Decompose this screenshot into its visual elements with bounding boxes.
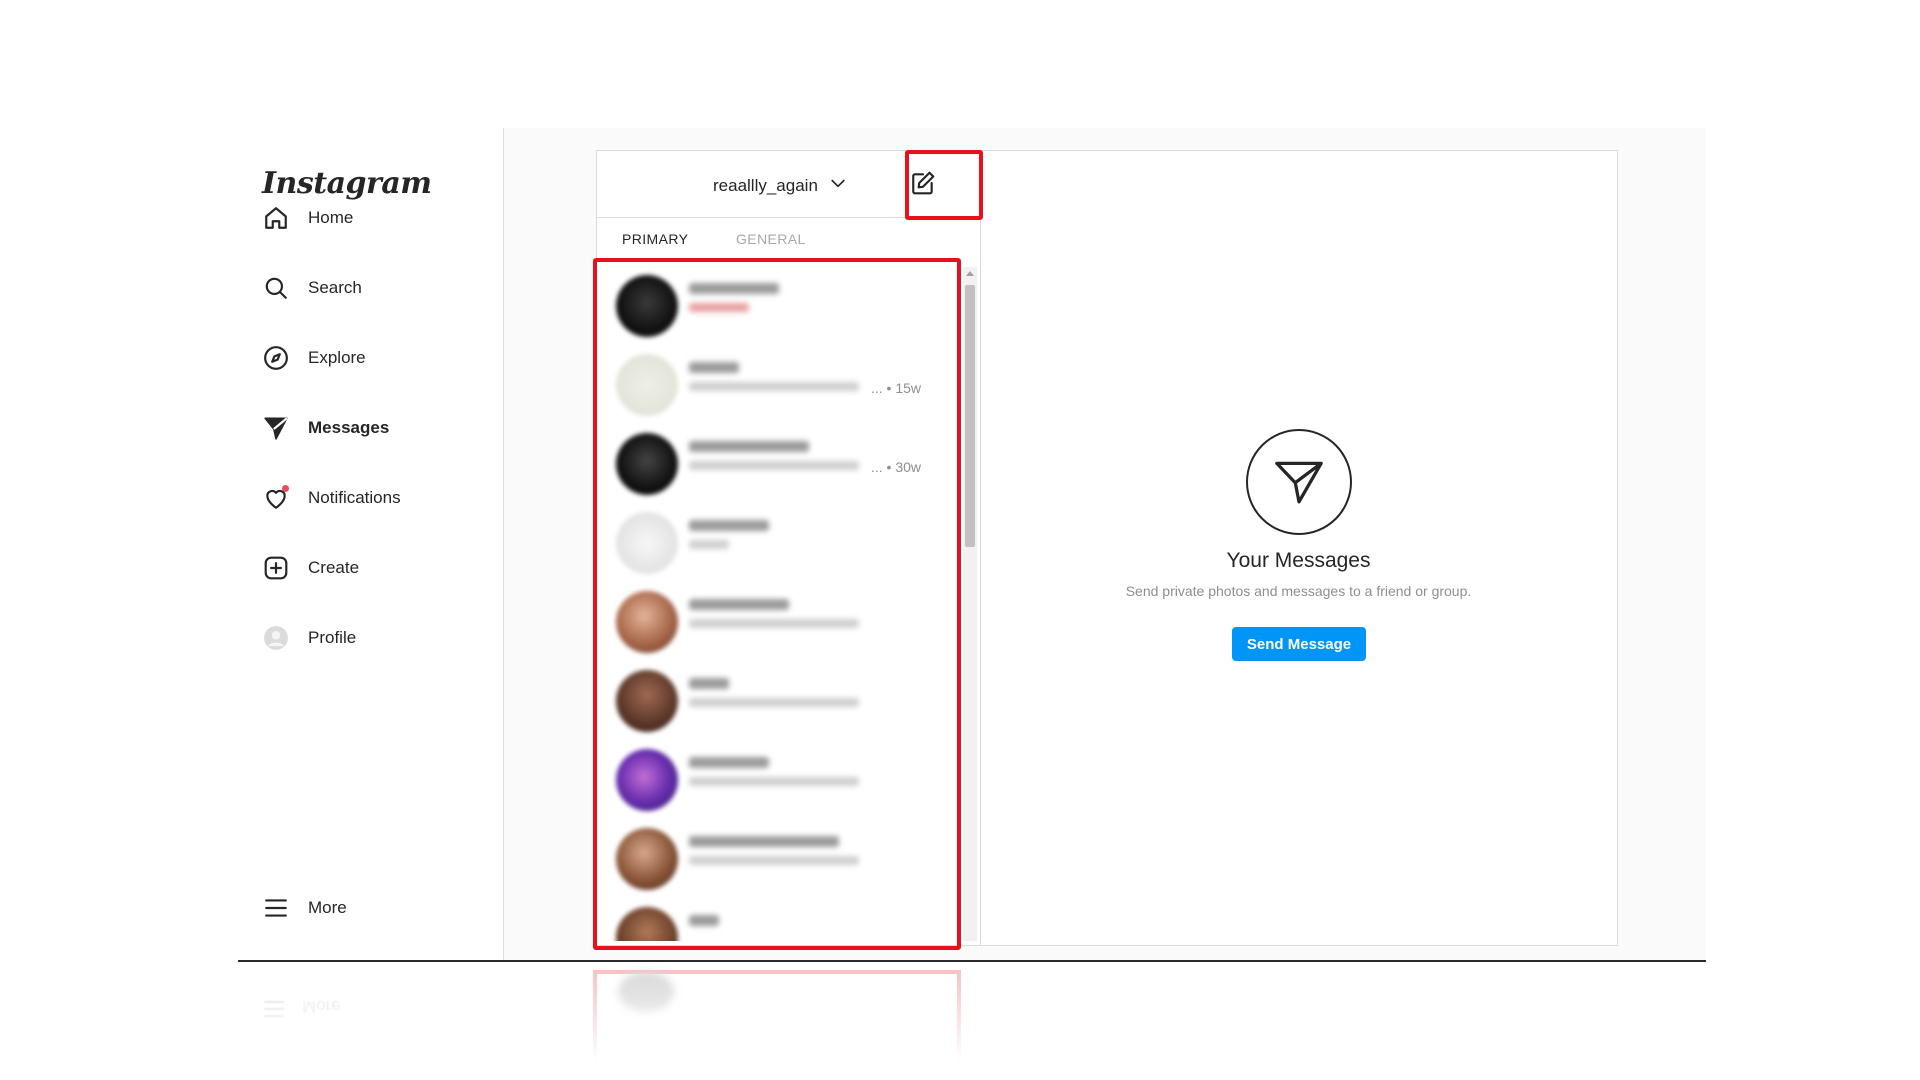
screenshot-reflection: More	[238, 962, 1706, 1080]
sidebar-item-explore[interactable]: Explore	[262, 340, 366, 376]
scroll-up-arrow-icon[interactable]	[966, 271, 974, 276]
plus-square-icon	[262, 554, 290, 582]
sidebar-item-label: Messages	[308, 418, 390, 437]
chevron-down-icon	[828, 173, 848, 198]
highlight-compose-box	[905, 150, 983, 220]
sidebar-item-create[interactable]: Create	[262, 550, 359, 586]
instagram-logo[interactable]: Instagram	[262, 166, 432, 201]
sidebar-item-label: Notifications	[308, 488, 401, 507]
reflection-fade	[238, 962, 1706, 1080]
messages-empty-state: Your Messages Send private photos and me…	[980, 151, 1617, 945]
instagram-window: Instagram Home Search Explore Messages N…	[238, 128, 1706, 962]
paper-plane-icon	[262, 414, 290, 442]
sidebar-item-label: Home	[308, 208, 354, 227]
send-message-button[interactable]: Send Message	[1232, 627, 1366, 661]
account-name: reaallly_again	[713, 175, 818, 195]
compass-icon	[262, 344, 290, 372]
sidebar-item-profile[interactable]: Profile	[262, 620, 356, 656]
avatar-icon	[262, 624, 290, 652]
heart-icon	[262, 484, 290, 512]
sidebar-item-more[interactable]: More	[262, 890, 347, 926]
sidebar-item-label: Search	[308, 278, 362, 297]
sidebar: Instagram Home Search Explore Messages N…	[238, 128, 504, 960]
sidebar-item-label: Create	[308, 558, 360, 577]
scroll-thumb[interactable]	[965, 285, 975, 547]
search-icon	[262, 274, 290, 302]
sidebar-item-home[interactable]: Home	[262, 200, 353, 236]
menu-icon	[262, 894, 290, 922]
screenshot-stage: Instagram Home Search Explore Messages N…	[0, 0, 1920, 1080]
highlight-thread-list-box	[593, 258, 961, 950]
empty-state-title: Your Messages	[1226, 549, 1371, 572]
sidebar-item-notifications[interactable]: Notifications	[262, 480, 401, 516]
sidebar-item-label: Explore	[308, 348, 366, 367]
sidebar-item-label: Profile	[308, 628, 357, 647]
sidebar-item-label: More	[308, 898, 347, 917]
tab-general[interactable]: GENERAL	[736, 231, 806, 247]
home-icon	[262, 204, 290, 232]
paper-plane-icon	[1246, 429, 1352, 535]
account-switcher[interactable]: reaallly_again	[713, 173, 848, 198]
sidebar-item-messages[interactable]: Messages	[262, 410, 389, 446]
sidebar-item-search[interactable]: Search	[262, 270, 362, 306]
notification-badge	[282, 485, 289, 492]
thread-list-scrollbar[interactable]	[963, 267, 977, 941]
empty-state-subtitle: Send private photos and messages to a fr…	[1125, 583, 1472, 599]
inbox-tabs: PRIMARY GENERAL	[597, 217, 980, 261]
tab-primary[interactable]: PRIMARY	[622, 231, 688, 247]
